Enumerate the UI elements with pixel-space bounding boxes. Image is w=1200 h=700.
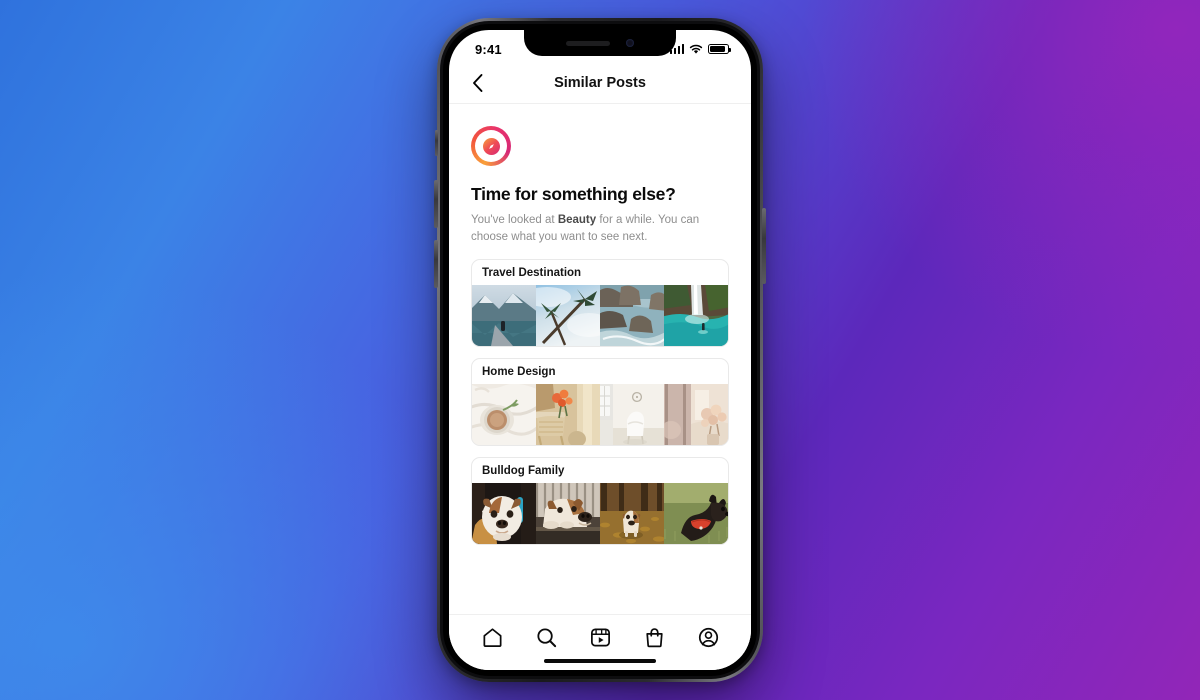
wifi-icon — [689, 44, 703, 54]
thumbnail-minimal-white-room-with-chair[interactable] — [600, 384, 664, 446]
thumbnail-bulldog-walking-in-autumn-leaves[interactable] — [600, 483, 664, 545]
volume-down-button[interactable] — [434, 240, 438, 288]
thumbnail-black-french-bulldog-with-red-collar[interactable] — [664, 483, 728, 545]
profile-icon — [698, 627, 718, 648]
category-card-travel-destination[interactable]: Travel Destination — [471, 259, 729, 348]
card-label: Home Design — [482, 366, 556, 379]
subtitle: You've looked at Beauty for a while. You… — [471, 212, 703, 245]
battery-icon — [708, 44, 731, 54]
tab-profile[interactable] — [693, 623, 723, 653]
compass-icon — [471, 126, 511, 166]
subtitle-highlight: Beauty — [557, 214, 597, 226]
home-icon — [482, 628, 502, 647]
front-camera-icon — [626, 39, 634, 47]
tab-shop[interactable] — [639, 623, 669, 653]
phone-notch — [524, 30, 676, 56]
shop-icon — [645, 628, 663, 648]
card-label: Bulldog Family — [482, 465, 565, 478]
thumbnail-bedroom-with-dried-flowers[interactable] — [664, 384, 728, 446]
status-bar-clock: 9:41 — [475, 41, 502, 57]
silent-switch-button[interactable] — [435, 130, 438, 156]
earpiece-speaker-icon — [566, 40, 610, 46]
status-bar-icons — [669, 44, 731, 55]
back-button[interactable] — [463, 69, 491, 97]
thumbnail-waterfall-into-turquoise-pool[interactable] — [664, 285, 728, 347]
headline: Time for something else? — [471, 184, 676, 204]
power-button[interactable] — [762, 208, 766, 284]
category-card-list: Travel Destination Home Design Bulldog F… — [471, 259, 729, 546]
compass-ring-gap — [475, 130, 507, 162]
compass-needle-disc — [482, 137, 500, 155]
card-thumbnail-strip — [472, 285, 728, 347]
volume-up-button[interactable] — [434, 180, 438, 228]
thumbnail-palm-trees-looking-up-at-sky[interactable] — [536, 285, 600, 347]
thumbnail-person-on-dock-by-mountain-lake[interactable] — [472, 285, 536, 347]
navigation-bar: Similar Posts — [449, 62, 751, 104]
category-card-home-design[interactable]: Home Design — [471, 358, 729, 447]
tab-search[interactable] — [531, 623, 561, 653]
card-thumbnail-strip — [472, 483, 728, 545]
page-title: Similar Posts — [554, 74, 646, 91]
thumbnail-coffee-cup-on-white-bedding[interactable] — [472, 384, 536, 446]
card-label: Travel Destination — [482, 267, 582, 280]
phone-screen: 9:41 Similar Posts Time for something el… — [449, 30, 751, 670]
subtitle-prefix: You've looked at — [471, 214, 558, 226]
tab-home[interactable] — [477, 623, 507, 653]
search-icon — [536, 628, 556, 648]
reels-icon — [590, 628, 610, 647]
tab-reels[interactable] — [585, 623, 615, 653]
home-indicator — [544, 659, 656, 663]
chevron-left-icon — [472, 73, 482, 92]
thumbnail-white-brown-bulldog-puppy-portrait[interactable] — [472, 483, 536, 545]
thumbnail-rocky-coastline-with-ocean-waves[interactable] — [600, 285, 664, 347]
card-thumbnail-strip — [472, 384, 728, 446]
thumbnail-english-bulldog-lying-on-bench[interactable] — [536, 483, 600, 545]
category-card-bulldog-family[interactable]: Bulldog Family — [471, 457, 729, 546]
thumbnail-rattan-chair-with-orange-flowers[interactable] — [536, 384, 600, 446]
phone-mockup: 9:41 Similar Posts Time for something el… — [434, 18, 766, 682]
compass-needle-icon — [488, 143, 494, 149]
main-content: Time for something else? You've looked a… — [449, 104, 751, 546]
